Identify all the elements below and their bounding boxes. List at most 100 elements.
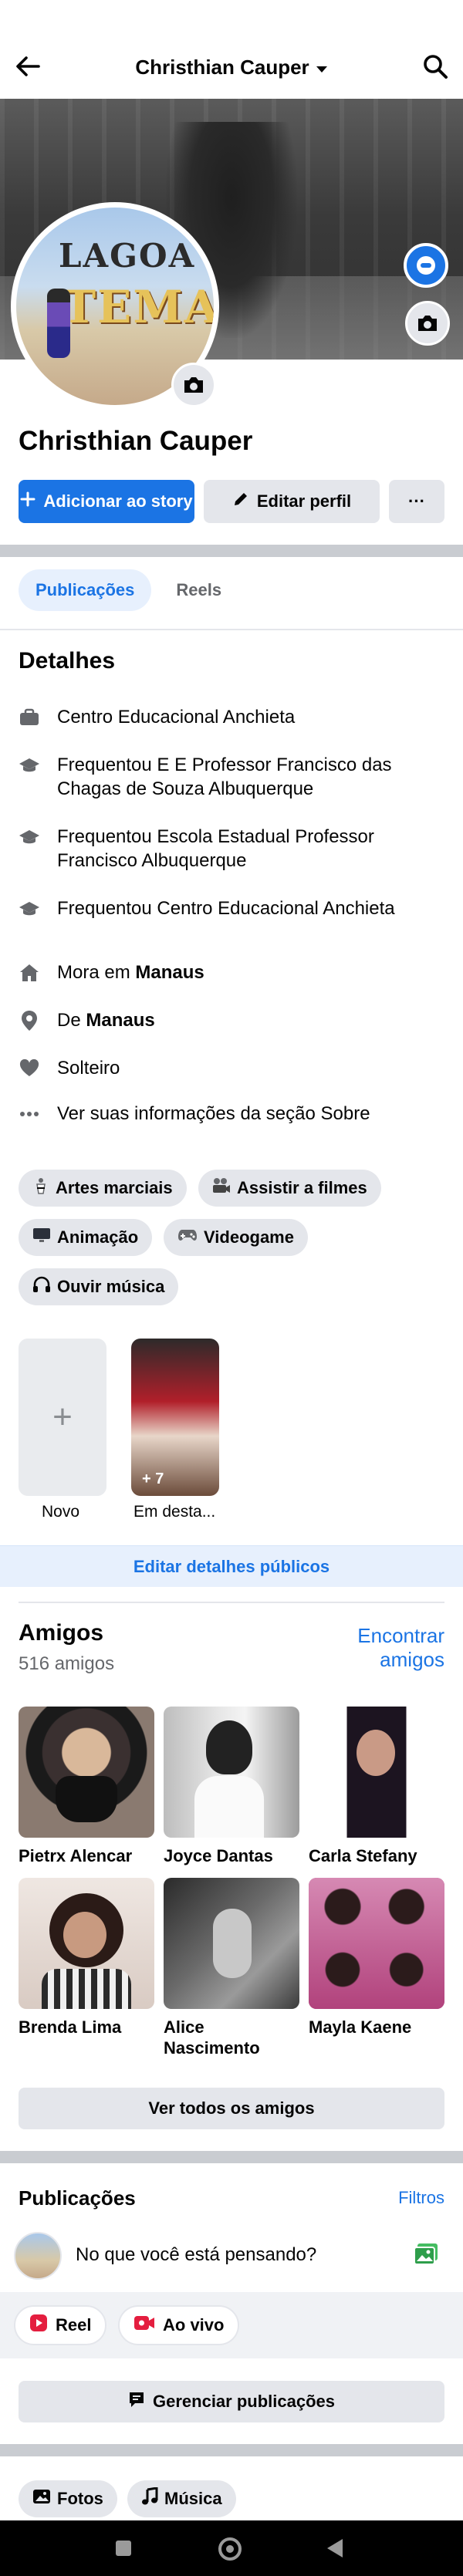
- detail-item-education: Frequentou Centro Educacional Anchieta: [19, 896, 451, 920]
- friend-card[interactable]: Carla Stefany: [309, 1707, 444, 1866]
- tabs-divider: [0, 629, 463, 630]
- detail-text: Centro Educacional Anchieta: [57, 707, 296, 728]
- interest-chip[interactable]: Animação: [19, 1219, 153, 1256]
- friend-card[interactable]: Joyce Dantas: [164, 1707, 299, 1866]
- friend-card[interactable]: Pietrx Alencar: [19, 1707, 154, 1866]
- friends-title: Amigos: [19, 1620, 104, 1646]
- live-video-icon: [133, 2314, 155, 2336]
- friend-card[interactable]: Alice Nascimento: [164, 1878, 299, 2058]
- interest-chip[interactable]: Assistir a filmes: [198, 1170, 381, 1207]
- composer-avatar: [14, 2232, 62, 2280]
- more-label: ···: [408, 491, 425, 511]
- highlight-count: + 7: [142, 1470, 164, 1487]
- interest-label: Ouvir música: [57, 1277, 165, 1296]
- detail-text: Frequentou Escola Estadual Professor Fra…: [57, 826, 374, 871]
- avatar-sign-top: LAGOA: [59, 237, 196, 275]
- go-live-button[interactable]: Ao vivo: [118, 2305, 240, 2345]
- featured-highlight[interactable]: + 7: [131, 1339, 219, 1496]
- detail-item-relationship: Solteiro: [19, 1056, 451, 1080]
- martial-arts-icon: [32, 1177, 49, 1199]
- chip-label: Música: [164, 2489, 222, 2508]
- detail-text: De Manaus: [57, 1008, 155, 1032]
- friend-photo: [164, 1707, 299, 1838]
- find-friends-link[interactable]: Encontrar amigos: [336, 1624, 444, 1672]
- new-highlight-label: Novo: [42, 1503, 80, 1521]
- friend-photo-collage: [309, 1878, 444, 2009]
- avatar-face-icon: [417, 256, 435, 275]
- avatar-person: [47, 289, 70, 358]
- location-pin-icon: [19, 1008, 40, 1032]
- friend-photo-person: [213, 1909, 252, 1978]
- friend-photo: [309, 1707, 444, 1838]
- detail-item-education: Frequentou E E Professor Francisco das C…: [19, 753, 451, 801]
- manage-label: Gerenciar publicações: [153, 2392, 335, 2411]
- friend-name: Pietrx Alencar: [19, 1846, 133, 1865]
- posts-title: Publicações: [19, 2186, 136, 2210]
- section-divider: [0, 545, 463, 557]
- chat-bubble-icon: [128, 2391, 145, 2412]
- more-options-button[interactable]: ···: [389, 480, 444, 523]
- camera-icon: [184, 377, 203, 393]
- create-reel-button[interactable]: Reel: [14, 2305, 107, 2345]
- friend-name: Brenda Lima: [19, 2017, 122, 2037]
- edit-profile-label: Editar perfil: [256, 491, 352, 511]
- photos-chip[interactable]: Fotos: [19, 2480, 117, 2517]
- back-button-icon[interactable]: [327, 2539, 343, 2557]
- pencil-icon: [232, 491, 249, 512]
- graduation-cap-icon: [19, 896, 40, 920]
- see-about-info-link[interactable]: Ver suas informações da seção Sobre: [19, 1102, 451, 1126]
- gamepad-icon: [177, 1227, 198, 1247]
- tab-reels[interactable]: Reels: [159, 569, 238, 611]
- detail-text: Frequentou E E Professor Francisco das C…: [57, 755, 392, 799]
- photo-gallery-icon[interactable]: [414, 2243, 440, 2266]
- friend-photo-face: [357, 1730, 395, 1776]
- edit-profile-button[interactable]: Editar perfil: [204, 480, 380, 523]
- friend-photo-mask: [56, 1776, 117, 1822]
- caret-down-icon: [316, 56, 328, 79]
- detail-prefix: Mora em: [57, 962, 136, 983]
- recent-apps-icon[interactable]: [116, 2541, 131, 2556]
- create-options-row: Reel Ao vivo: [0, 2292, 463, 2358]
- home-button-icon[interactable]: [218, 2537, 242, 2561]
- see-all-friends-button[interactable]: Ver todos os amigos: [19, 2088, 444, 2129]
- section-divider: [0, 2444, 463, 2456]
- friend-card[interactable]: Mayla Kaene: [309, 1878, 444, 2038]
- add-to-story-label: Adicionar ao story: [43, 491, 193, 511]
- filters-link[interactable]: Filtros: [398, 2188, 444, 2208]
- edit-public-details-button[interactable]: Editar detalhes públicos: [0, 1545, 463, 1587]
- post-composer[interactable]: No que você está pensando?: [0, 2226, 463, 2292]
- edit-cover-button[interactable]: [405, 301, 450, 346]
- music-chip[interactable]: Música: [127, 2480, 236, 2517]
- friend-photo: [164, 1878, 299, 2009]
- graduation-cap-icon: [19, 753, 40, 777]
- edit-profile-picture-button[interactable]: [171, 363, 216, 407]
- friend-photo-body: [42, 1969, 131, 2009]
- profile-switcher[interactable]: Christhian Cauper: [0, 56, 463, 79]
- reel-icon: [29, 2314, 48, 2337]
- manage-posts-button[interactable]: Gerenciar publicações: [19, 2381, 444, 2422]
- friend-name: Mayla Kaene: [309, 2017, 412, 2037]
- avatar-frame-button[interactable]: [404, 243, 448, 288]
- music-note-icon: [141, 2487, 158, 2510]
- detail-item-education: Frequentou Escola Estadual Professor Fra…: [19, 825, 451, 873]
- friend-card[interactable]: Brenda Lima: [19, 1878, 154, 2038]
- detail-text: Solteiro: [57, 1058, 120, 1079]
- composer-placeholder[interactable]: No que você está pensando?: [76, 2244, 316, 2266]
- graduation-cap-icon: [19, 825, 40, 849]
- detail-prefix: De: [57, 1010, 86, 1031]
- system-navigation-bar: [0, 2520, 463, 2576]
- interest-chip[interactable]: Ouvir música: [19, 1268, 179, 1305]
- interest-chip[interactable]: Artes marciais: [19, 1170, 187, 1207]
- interest-label: Animação: [57, 1227, 139, 1247]
- friend-name: Alice Nascimento: [164, 2017, 260, 2058]
- new-highlight-button[interactable]: +: [19, 1339, 106, 1496]
- search-icon[interactable]: [420, 51, 451, 82]
- friend-name: Carla Stefany: [309, 1846, 417, 1865]
- interest-chip[interactable]: Videogame: [164, 1219, 308, 1256]
- friend-photo-hair: [206, 1720, 252, 1774]
- friend-photo: [309, 1878, 444, 2009]
- tab-publicacoes[interactable]: Publicações: [19, 569, 152, 611]
- detail-city: Manaus: [86, 1010, 155, 1031]
- add-to-story-button[interactable]: Adicionar ao story: [19, 480, 194, 523]
- profile-name: Christhian Cauper: [19, 426, 253, 456]
